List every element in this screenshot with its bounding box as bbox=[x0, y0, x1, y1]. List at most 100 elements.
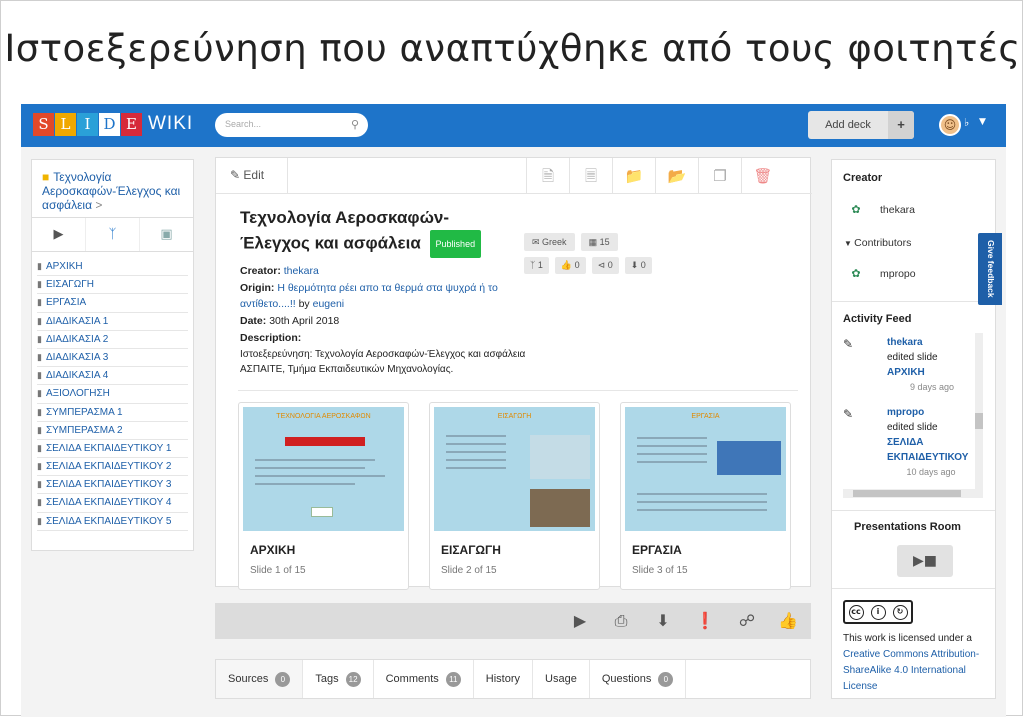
feed-action: edited slide bbox=[887, 352, 938, 363]
slide-card[interactable]: ΕΙΣΑΓΩΓΗ ΕΙΣΑΓΩΓΗ Slide 2 of 15 bbox=[429, 402, 600, 590]
slide-list-item[interactable]: ▮ ΣΕΛΙΔΑ ΕΚΠΑΙΔΕΥΤΙΚΟΥ 5 bbox=[37, 513, 188, 531]
contributor-user[interactable]: ✿ mpropo bbox=[848, 266, 915, 282]
slides-icon[interactable]: ▣ bbox=[140, 218, 193, 251]
feed-item-text: mpropo edited slide ΣΕΛΙΔΑ ΕΚΠΑΙΔΕΥΤΙΚΟΥ… bbox=[887, 405, 975, 480]
creative-commons-badge: cc i ↻ bbox=[843, 600, 913, 624]
thumbnail-line bbox=[637, 461, 707, 463]
deck-tree-title[interactable]: Τεχνολογία Αεροσκαφών-Έλεγχος και ασφάλε… bbox=[42, 170, 180, 212]
tab-usage[interactable]: Usage bbox=[533, 660, 590, 698]
thumbnail-line bbox=[637, 453, 707, 455]
feed-user-link[interactable]: mpropo bbox=[887, 407, 924, 418]
slide-list-item[interactable]: ▮ ΕΙΣΑΓΩΓΗ bbox=[37, 276, 188, 295]
thumbnail-line bbox=[446, 443, 506, 445]
share-icon[interactable]: ☍ bbox=[737, 611, 757, 631]
file-icon: ▮ bbox=[37, 370, 42, 381]
slide-list-item[interactable]: ▮ ΔΙΑΔΙΚΑΣΙΑ 1 bbox=[37, 313, 188, 331]
slide-thumbnail[interactable]: ΕΙΣΑΓΩΓΗ bbox=[434, 407, 595, 531]
slide-list-item[interactable]: ▮ ΔΙΑΔΙΚΑΣΙΑ 4 bbox=[37, 367, 188, 386]
slide-list-item[interactable]: ▮ ΔΙΑΔΙΚΑΣΙΑ 3 bbox=[37, 349, 188, 368]
search-icon[interactable]: ⚲ bbox=[351, 118, 359, 131]
scrollbar-thumb[interactable] bbox=[975, 413, 983, 429]
slidewiki-logo[interactable]: S L I D E WIKI bbox=[33, 112, 193, 136]
search-placeholder: Search... bbox=[225, 119, 262, 129]
play-icon[interactable]: ▶ bbox=[32, 218, 86, 251]
file-icon: ▮ bbox=[37, 442, 42, 453]
feed-user-link[interactable]: thekara bbox=[887, 337, 923, 348]
shares-stat[interactable]: ⊲ 0 bbox=[591, 257, 619, 274]
tab-comments[interactable]: Comments 11 bbox=[374, 660, 474, 698]
thumbnail-line bbox=[255, 467, 365, 469]
airplane-image bbox=[717, 441, 781, 475]
bell-icon[interactable]: ♭ bbox=[964, 116, 969, 129]
slide-thumbnail[interactable]: ΕΡΓΑΣΙΑ bbox=[625, 407, 786, 531]
copy-icon[interactable]: ❐ bbox=[698, 158, 741, 194]
feed-target-link[interactable]: ΣΕΛΙΔΑ ΕΚΠΑΙΔΕΥΤΙΚΟΥ bbox=[887, 435, 975, 465]
deck-tree-toolbar: ▶ ᛉ ▣ bbox=[32, 218, 193, 252]
tab-history[interactable]: History bbox=[474, 660, 534, 698]
license-link[interactable]: Creative Commons Attribution-ShareAlike … bbox=[843, 649, 979, 692]
user-icon: ✿ bbox=[851, 204, 861, 216]
fork-icon[interactable]: ᛉ bbox=[86, 218, 140, 251]
report-icon[interactable]: ❗ bbox=[695, 611, 715, 631]
video-camera-icon[interactable]: ▶■ bbox=[897, 545, 953, 577]
add-slide-icon[interactable]: 🗎 bbox=[526, 158, 569, 194]
edit-button[interactable]: ✎ Edit bbox=[216, 158, 288, 194]
edit-icon: ✎ bbox=[843, 407, 854, 421]
slide-list-item[interactable]: ▮ ΣΕΛΙΔΑ ΕΚΠΑΙΔΕΥΤΙΚΟΥ 4 bbox=[37, 494, 188, 513]
slide-card-subtitle: Slide 3 of 15 bbox=[632, 565, 688, 576]
slide-list-item[interactable]: ▮ ΕΡΓΑΣΙΑ bbox=[37, 294, 188, 313]
duplicate-slide-icon[interactable]: 🗏 bbox=[569, 158, 612, 194]
trash-icon[interactable]: 🗑 bbox=[741, 158, 784, 194]
contributors-toggle[interactable]: ▼ Contributors bbox=[844, 237, 911, 249]
folder-icon: ■ bbox=[42, 170, 50, 184]
download-icon[interactable]: ⬇ bbox=[653, 611, 673, 631]
creator-link[interactable]: thekara bbox=[284, 265, 319, 277]
slide-list-item[interactable]: ▮ ΣΕΛΙΔΑ ΕΚΠΑΙΔΕΥΤΙΚΟΥ 3 bbox=[37, 476, 188, 495]
file-icon: ▮ bbox=[37, 297, 42, 308]
feed-action: edited slide bbox=[887, 422, 938, 433]
tab-questions[interactable]: Questions 0 bbox=[590, 660, 687, 698]
play-icon[interactable]: ▶ bbox=[570, 611, 590, 631]
logo-wiki-text: WIKI bbox=[148, 113, 194, 134]
print-icon[interactable]: ⎙ bbox=[611, 611, 631, 631]
slide-list-item[interactable]: ▮ ΣΕΛΙΔΑ ΕΚΠΑΙΔΕΥΤΙΚΟΥ 1 bbox=[37, 440, 188, 459]
slide-list-item[interactable]: ▮ ΣΕΛΙΔΑ ΕΚΠΑΙΔΕΥΤΙΚΟΥ 2 bbox=[37, 458, 188, 477]
count-badge: 0 bbox=[658, 671, 674, 687]
search-input[interactable]: Search... ⚲ bbox=[215, 113, 368, 137]
tab-sources[interactable]: Sources 0 bbox=[216, 660, 304, 698]
deck-tree-header[interactable]: ■ Τεχνολογία Αεροσκαφών-Έλεγχος και ασφάλ… bbox=[32, 160, 193, 218]
slide-list-item[interactable]: ▮ ΣΥΜΠΕΡΑΣΜΑ 2 bbox=[37, 422, 188, 440]
slide-list-item[interactable]: ▮ ΣΥΜΠΕΡΑΣΜΑ 1 bbox=[37, 404, 188, 422]
add-subdeck-icon[interactable]: 📁 bbox=[612, 158, 655, 194]
slide-card-title: ΑΡΧΙΚΗ bbox=[250, 543, 296, 557]
slide-title: Ιστοεξερεύνηση που αναπτύχθηκε από τους … bbox=[4, 27, 1021, 70]
slide-list-item[interactable]: ▮ ΔΙΑΔΙΚΑΣΙΑ 2 bbox=[37, 331, 188, 349]
origin-user-link[interactable]: eugeni bbox=[313, 298, 345, 310]
scrollbar-thumb[interactable] bbox=[853, 490, 961, 497]
add-deck-plus-icon[interactable]: + bbox=[888, 111, 914, 139]
user-menu-caret-icon[interactable]: ▼ bbox=[979, 117, 986, 127]
downloads-stat[interactable]: ⬇ 0 bbox=[624, 257, 652, 274]
thumbs-up-icon[interactable]: 👍 bbox=[778, 611, 798, 631]
feed-target-link[interactable]: ΑΡΧΙΚΗ bbox=[887, 367, 925, 378]
folder-icon[interactable]: 📂 bbox=[655, 158, 698, 194]
file-icon: ▮ bbox=[37, 461, 42, 472]
likes-stat[interactable]: 👍 0 bbox=[554, 257, 586, 274]
thumbnail-title: ΕΙΣΑΓΩΓΗ bbox=[497, 413, 532, 420]
caret-down-icon: ▼ bbox=[844, 239, 855, 248]
user-avatar[interactable]: ☺ bbox=[939, 114, 961, 136]
slide-card[interactable]: ΤΕΧΝΟΛΟΓΙΑ ΑΕΡΟΣΚΑΦΩΝ ΑΡΧΙΚΗ Slide 1 of … bbox=[238, 402, 409, 590]
slide-card[interactable]: ΕΡΓΑΣΙΑ ΕΡΓΑΣΙΑ Slide 3 of 15 bbox=[620, 402, 791, 590]
slide-list-item[interactable]: ▮ ΑΡΧΙΚΗ bbox=[37, 258, 188, 277]
slide-thumbnail[interactable]: ΤΕΧΝΟΛΟΓΙΑ ΑΕΡΟΣΚΑΦΩΝ bbox=[243, 407, 404, 531]
deck-info-chips: ✉ Greek ▦ 15 bbox=[524, 233, 618, 251]
slide-list-item[interactable]: ▮ ΑΞΙΟΛΟΓΗΣΗ bbox=[37, 385, 188, 404]
creator-user[interactable]: ✿ thekara bbox=[848, 202, 915, 218]
feed-vertical-scrollbar[interactable] bbox=[975, 333, 983, 493]
feed-horizontal-scrollbar[interactable] bbox=[843, 489, 983, 498]
tab-tags[interactable]: Tags 12 bbox=[303, 660, 374, 698]
file-icon: ▮ bbox=[37, 515, 42, 526]
give-feedback-button[interactable]: Give feedback bbox=[978, 233, 1002, 305]
add-deck-button[interactable]: Add deck + bbox=[808, 111, 914, 139]
origin-link[interactable]: Η θερμότητα ρέει απο τα θερμά στα ψυχρά … bbox=[240, 282, 498, 310]
